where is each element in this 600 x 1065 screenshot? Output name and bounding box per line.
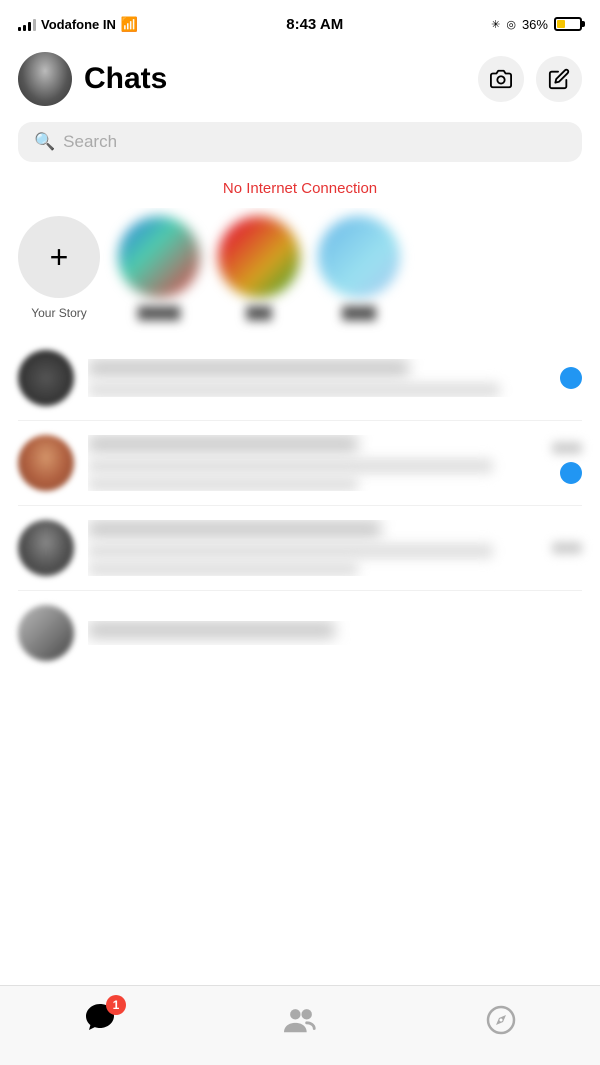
story-avatar-4 (318, 216, 400, 298)
chat-right-2 (552, 442, 582, 484)
story-avatar-3 (218, 216, 300, 298)
add-story-button[interactable]: + (18, 216, 100, 298)
chat-msg-2b (88, 477, 358, 491)
chat-content-1 (88, 359, 546, 397)
signal-bars-icon (18, 17, 36, 31)
your-story-item[interactable]: + Your Story (18, 216, 100, 320)
chat-name-3 (88, 520, 381, 538)
status-time: 8:43 AM (286, 16, 343, 33)
chat-msg-2 (88, 459, 493, 473)
chat-content-3 (88, 520, 538, 576)
camera-button[interactable] (478, 56, 524, 102)
chat-right-3 (552, 542, 582, 554)
nav-discover[interactable] (486, 1005, 516, 1035)
story-item-3[interactable]: ███ (218, 216, 300, 320)
unread-badge-2 (560, 462, 582, 484)
chat-right-1 (560, 367, 582, 389)
search-icon: 🔍 (34, 132, 55, 152)
status-bar: Vodafone IN 📶 8:43 AM ✳ ◎ 36% (0, 0, 600, 44)
user-avatar[interactable] (18, 52, 72, 106)
chat-msg-1 (88, 383, 500, 397)
carrier-text: Vodafone IN (41, 17, 116, 32)
chat-name-1 (88, 359, 409, 377)
chat-content-4 (88, 621, 582, 645)
no-internet-text: No Internet Connection (223, 180, 377, 197)
chat-time-2 (552, 442, 582, 454)
status-left: Vodafone IN 📶 (18, 16, 138, 33)
your-story-label: Your Story (31, 306, 87, 320)
story-label-2: █████ (138, 306, 181, 320)
chat-item[interactable] (18, 421, 582, 506)
battery-fill (557, 20, 565, 28)
chat-msg-3b (88, 562, 358, 576)
chat-avatar-1 (18, 350, 74, 406)
header: Chats (0, 44, 600, 118)
page-title: Chats (84, 62, 478, 96)
chat-badge: 1 (106, 995, 126, 1015)
chat-name-2 (88, 435, 358, 453)
nav-chats[interactable]: 1 (84, 1001, 116, 1038)
chat-time-3 (552, 542, 582, 554)
story-avatar-2 (118, 216, 200, 298)
chat-avatar-3 (18, 520, 74, 576)
story-label-3: ███ (246, 306, 272, 320)
chat-content-2 (88, 435, 538, 491)
chat-item[interactable] (18, 336, 582, 421)
chat-item[interactable] (18, 591, 582, 675)
compose-icon (548, 68, 570, 90)
story-item-4[interactable]: ████ (318, 216, 400, 320)
avatar-image (18, 52, 72, 106)
compose-button[interactable] (536, 56, 582, 102)
bottom-nav: 1 (0, 985, 600, 1065)
search-bar[interactable]: 🔍 Search (18, 122, 582, 162)
unread-badge-1 (560, 367, 582, 389)
camera-icon (490, 68, 512, 90)
search-placeholder: Search (63, 132, 117, 152)
battery-icon (554, 17, 582, 31)
brightness-icon: ✳ (491, 18, 500, 31)
nav-people[interactable] (284, 1005, 318, 1035)
stories-row: + Your Story █████ ███ ████ (0, 208, 600, 336)
header-actions (478, 56, 582, 102)
chat-list (0, 336, 600, 675)
location-icon: ◎ (506, 18, 516, 31)
people-icon (284, 1005, 318, 1035)
nav-chats-icon-wrapper: 1 (84, 1001, 116, 1038)
story-label-4: ████ (342, 306, 376, 320)
plus-icon: + (50, 241, 69, 273)
chat-avatar-4 (18, 605, 74, 661)
chat-msg-3 (88, 544, 493, 558)
chat-avatar-2 (18, 435, 74, 491)
no-internet-banner: No Internet Connection (0, 174, 600, 208)
wifi-icon: 📶 (121, 16, 138, 33)
compass-icon (486, 1005, 516, 1035)
status-right: ✳ ◎ 36% (491, 17, 582, 32)
chat-name-4 (88, 621, 335, 639)
chat-item[interactable] (18, 506, 582, 591)
battery-percentage: 36% (522, 17, 548, 32)
story-item-2[interactable]: █████ (118, 216, 200, 320)
